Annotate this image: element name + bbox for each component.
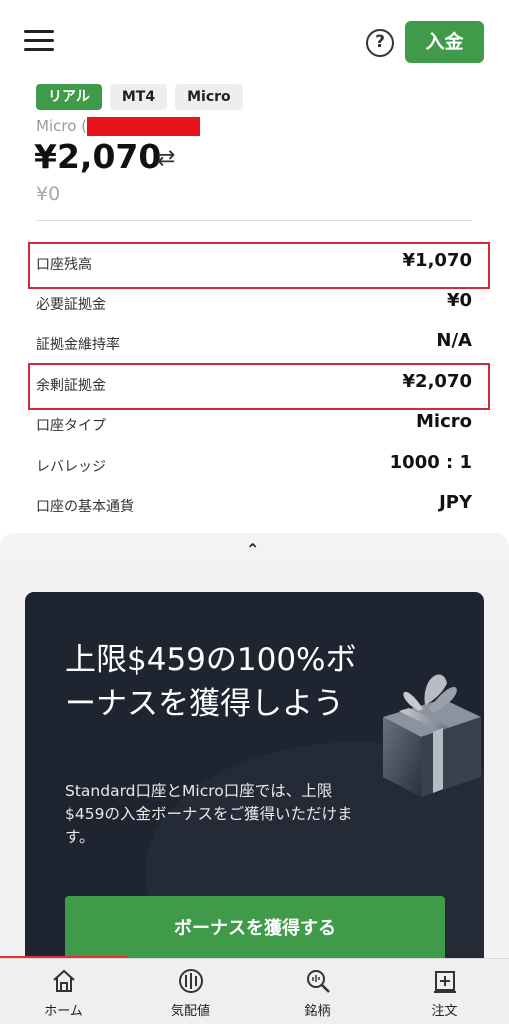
bottom-nav: ホーム 気配値 銘柄 注文 (0, 958, 509, 1024)
get-bonus-button[interactable]: ボーナスを獲得する (65, 896, 445, 958)
sub-balance: ¥0 (36, 183, 61, 205)
detail-label: 口座タイプ (36, 418, 106, 434)
detail-value: 1000 : 1 (389, 452, 472, 473)
detail-label: 口座の基本通貨 (36, 499, 134, 515)
redaction-bar (87, 117, 200, 136)
tag-account-type: Micro (175, 84, 243, 110)
gift-box-icon (383, 674, 481, 797)
quotes-icon (179, 969, 203, 993)
detail-row-margin-level: 証拠金維持率 N/A (36, 328, 472, 358)
detail-label: 証拠金維持率 (36, 337, 120, 353)
account-name: Micro ( (36, 117, 87, 135)
account-tags: リアル MT4 Micro (36, 84, 243, 110)
detail-value: N/A (436, 330, 472, 351)
divider (36, 220, 472, 221)
highlight-box-balance (28, 242, 490, 289)
nav-home[interactable]: ホーム (0, 959, 127, 1024)
tag-platform: MT4 (109, 84, 168, 110)
equity-balance: ¥2,070 (34, 137, 162, 176)
nav-quotes[interactable]: 気配値 (127, 959, 254, 1024)
bonus-promo-card: 上限$459の100%ボーナスを獲得しよう Standard口座とMicro口座… (25, 592, 484, 958)
nav-label: 注文 (431, 1004, 458, 1019)
swap-account-icon[interactable]: ⇄ (157, 146, 175, 171)
home-icon (53, 969, 75, 992)
nav-label: ホーム (44, 1004, 83, 1019)
highlight-box-free-margin (28, 363, 490, 410)
top-bar: ? 入金 (0, 0, 509, 82)
promo-description: Standard口座とMicro口座では、上限$459の入金ボーナスをご獲得いた… (65, 782, 353, 846)
detail-row-leverage: レバレッジ 1000 : 1 (36, 450, 472, 480)
detail-row-base-currency: 口座の基本通貨 JPY (36, 490, 472, 520)
order-icon (434, 971, 456, 993)
hamburger-menu-icon[interactable] (24, 30, 54, 52)
help-icon[interactable]: ? (366, 29, 394, 57)
detail-label: レバレッジ (36, 459, 106, 475)
chevron-up-icon[interactable]: ⌃ (246, 540, 259, 559)
detail-row-account-type: 口座タイプ Micro (36, 409, 472, 439)
promo-title: 上限$459の100%ボーナスを獲得しよう (65, 642, 357, 722)
nav-label: 銘柄 (304, 1004, 331, 1019)
nav-label: 気配値 (170, 1004, 210, 1019)
detail-value: Micro (416, 411, 472, 432)
detail-value: JPY (439, 492, 472, 513)
deposit-button[interactable]: 入金 (405, 21, 484, 63)
tag-real: リアル (36, 84, 102, 110)
detail-value: ¥0 (446, 290, 472, 311)
detail-label: 必要証拠金 (36, 297, 106, 313)
nav-symbols[interactable]: 銘柄 (254, 959, 381, 1024)
search-chart-icon (307, 970, 330, 993)
nav-orders[interactable]: 注文 (381, 959, 508, 1024)
detail-row-required-margin: 必要証拠金 ¥0 (36, 288, 472, 318)
